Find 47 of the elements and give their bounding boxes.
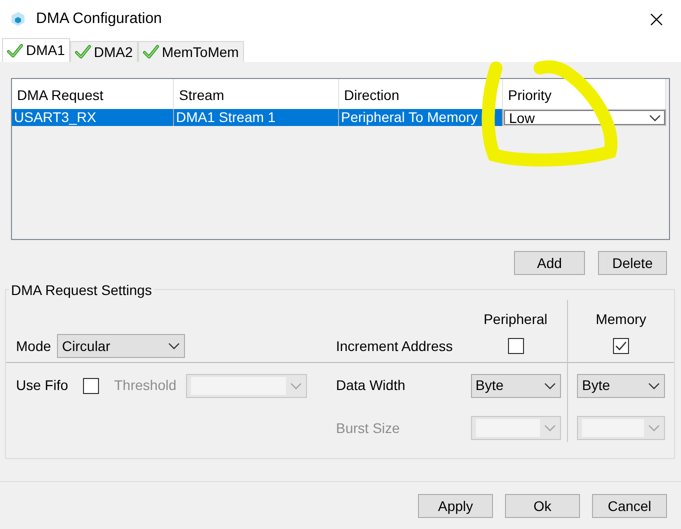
burst-size-label: Burst Size bbox=[336, 418, 400, 438]
caret-icon bbox=[290, 382, 302, 390]
data-width-dropdown[interactable]: Byte bbox=[470, 374, 560, 398]
tab[interactable]: DMA1 bbox=[2, 38, 70, 62]
cancel-button[interactable]: Cancel bbox=[592, 494, 667, 518]
use-fifo-label: Use Fifo bbox=[16, 376, 68, 395]
caret-icon bbox=[544, 382, 556, 390]
checkbox[interactable] bbox=[83, 378, 100, 394]
apply-button[interactable]: Apply bbox=[418, 494, 493, 518]
column-header: DMA Request bbox=[12, 79, 174, 109]
check-icon bbox=[74, 44, 91, 60]
dropdown-value: Byte bbox=[582, 376, 612, 395]
data-width-dropdown[interactable]: Byte bbox=[577, 374, 665, 398]
checkbox[interactable] bbox=[508, 338, 524, 354]
app-icon bbox=[10, 11, 26, 27]
check-icon bbox=[142, 44, 159, 60]
check-icon bbox=[7, 42, 23, 58]
window-title: DMA Configuration bbox=[36, 8, 162, 29]
caret-icon bbox=[544, 424, 556, 432]
column-label: Memory bbox=[596, 310, 646, 329]
column-header: Direction bbox=[339, 79, 503, 109]
threshold-label: Threshold bbox=[114, 376, 176, 395]
delete-button[interactable]: Delete bbox=[598, 251, 667, 275]
tab[interactable]: DMA2 bbox=[70, 41, 138, 62]
data-width-label: Data Width bbox=[336, 376, 406, 395]
priority-dropdown[interactable]: Low bbox=[504, 110, 665, 125]
mode-label: Mode bbox=[16, 336, 52, 356]
caret-icon bbox=[168, 342, 180, 350]
close-icon bbox=[650, 12, 662, 26]
mode-dropdown[interactable]: Circular bbox=[57, 334, 186, 358]
table-cell: USART3_RX bbox=[12, 109, 174, 126]
column-label: Peripheral bbox=[484, 310, 548, 329]
table-cell: DMA1 Stream 1 bbox=[174, 109, 339, 126]
tab[interactable]: MemToMem bbox=[138, 41, 244, 62]
caret-icon bbox=[648, 424, 660, 432]
increment-address-label: Increment Address bbox=[336, 336, 453, 356]
add-button[interactable]: Add bbox=[514, 251, 585, 275]
table-cell: Peripheral To Memory bbox=[339, 109, 503, 126]
dropdown-value: Circular bbox=[62, 336, 112, 356]
column-header: Priority bbox=[503, 79, 666, 109]
caret-icon bbox=[649, 114, 661, 122]
checkmark-icon bbox=[615, 341, 627, 351]
caret-icon bbox=[648, 382, 660, 390]
column-header: Stream bbox=[174, 79, 339, 109]
ok-button[interactable]: Ok bbox=[505, 494, 580, 518]
checkbox[interactable] bbox=[613, 338, 629, 354]
dropdown-value: Byte bbox=[476, 376, 505, 395]
